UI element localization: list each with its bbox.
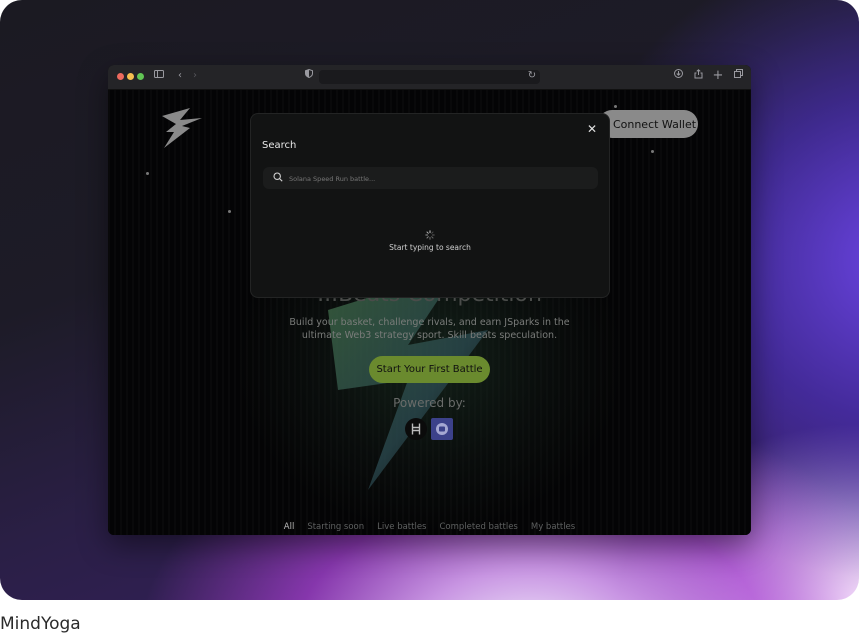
start-battle-label: Start Your First Battle	[376, 364, 483, 375]
powered-by-label: Powered by:	[393, 396, 466, 410]
forward-icon[interactable]: ›	[188, 69, 202, 83]
search-field[interactable]	[263, 167, 598, 189]
background-card: ‹ › ↻ + Connect Wallet Build your basket…	[0, 0, 859, 600]
close-icon[interactable]: ✕	[585, 122, 599, 136]
address-bar[interactable]	[319, 70, 540, 84]
search-input[interactable]	[287, 169, 591, 189]
search-modal-title: Search	[262, 140, 297, 151]
search-empty-text: Start typing to search	[389, 243, 471, 252]
filter-completed-battles[interactable]: Completed battles	[440, 522, 518, 532]
filter-starting-soon[interactable]: Starting soon	[307, 522, 364, 532]
filter-my-battles[interactable]: My battles	[531, 522, 575, 532]
battle-filters: All Starting soon Live battles Completed…	[108, 522, 751, 532]
tabs-icon[interactable]	[731, 69, 745, 83]
partner-logo[interactable]	[431, 418, 453, 440]
minimize-window-button[interactable]	[127, 73, 134, 80]
hedera-logo[interactable]	[405, 418, 427, 440]
reload-icon[interactable]: ↻	[525, 69, 539, 83]
maximize-window-button[interactable]	[137, 73, 144, 80]
share-icon[interactable]	[691, 69, 705, 83]
hero-subtitle: Build your basket, challenge rivals, and…	[289, 317, 570, 341]
search-modal: Search ✕ Solana Speed Run battle... Star…	[250, 113, 610, 298]
connect-wallet-button[interactable]: Connect Wallet	[598, 110, 698, 138]
close-window-button[interactable]	[117, 73, 124, 80]
connect-wallet-label: Connect Wallet	[612, 117, 697, 131]
shield-icon[interactable]	[302, 68, 316, 83]
caption: MindYoga	[0, 614, 81, 634]
new-tab-icon[interactable]: +	[711, 69, 725, 83]
start-battle-button[interactable]: Start Your First Battle	[369, 356, 490, 383]
back-icon[interactable]: ‹	[173, 69, 187, 83]
filter-live-battles[interactable]: Live battles	[377, 522, 426, 532]
site-logo[interactable]	[160, 106, 204, 150]
sidebar-icon[interactable]	[152, 69, 166, 83]
browser-toolbar: ‹ › ↻ +	[108, 65, 751, 90]
filter-all[interactable]: All	[284, 522, 295, 532]
browser-window: ‹ › ↻ + Connect Wallet Build your basket…	[108, 65, 751, 535]
page-content: Connect Wallet ...Beats Competition Buil…	[108, 90, 751, 535]
loading-spinner-icon	[425, 230, 435, 240]
download-icon[interactable]	[671, 69, 685, 83]
search-icon	[273, 172, 283, 182]
